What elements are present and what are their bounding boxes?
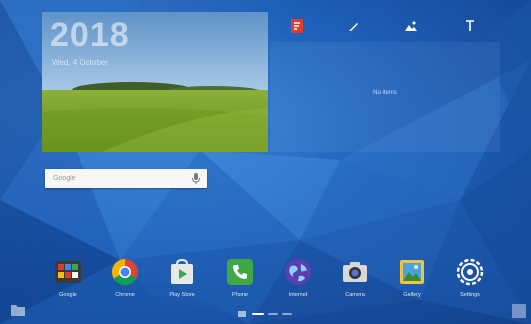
text-icon	[466, 20, 474, 31]
dock-app-play-store[interactable]: Play Store	[160, 258, 204, 308]
folder-icon[interactable]	[10, 303, 26, 317]
scrapbook-button[interactable]	[289, 18, 305, 34]
home-screen: 2018 Wed, 4 October No items Google Goog…	[0, 0, 531, 324]
text-button[interactable]	[462, 18, 478, 34]
dock-app-camera[interactable]: Camera	[333, 258, 377, 308]
dock-label: Gallery	[403, 292, 421, 298]
dock-app-chrome[interactable]: Chrome	[103, 258, 147, 308]
home-page-icon	[238, 311, 246, 317]
dock-label: Camera	[345, 292, 365, 298]
dock-label: Phone	[232, 292, 248, 298]
dock-app-google[interactable]: Google	[46, 258, 90, 308]
page-dot-active[interactable]	[252, 313, 264, 315]
notes-panel[interactable]: No items	[270, 42, 500, 152]
date-subtitle: Wed, 4 October	[52, 58, 108, 67]
page-indicator[interactable]	[238, 310, 298, 318]
dock-label: Settings	[460, 292, 480, 298]
apps-grid-icon[interactable]	[512, 304, 526, 318]
google-search-bar[interactable]	[45, 169, 207, 188]
scrapbook-icon	[291, 19, 303, 33]
image-note-button[interactable]	[403, 18, 419, 34]
empty-state-text: No items	[373, 90, 397, 96]
internet-icon	[285, 259, 311, 285]
dock-app-internet[interactable]: Internet	[276, 258, 320, 308]
year-text: 2018	[50, 16, 130, 54]
pen-icon	[349, 23, 358, 31]
camera-icon	[343, 262, 367, 282]
dock-label: Internet	[288, 292, 308, 298]
microphone-icon[interactable]	[191, 173, 201, 184]
gallery-icon	[400, 260, 424, 284]
phone-icon	[227, 259, 253, 285]
dock-app-phone[interactable]: Phone	[218, 258, 262, 308]
page-dot[interactable]	[268, 313, 278, 315]
play-store-icon	[171, 258, 193, 284]
dock-label: Play Store	[169, 292, 195, 298]
search-input[interactable]	[53, 169, 183, 188]
note-toolbar	[270, 12, 500, 40]
settings-icon	[456, 258, 484, 286]
dock-app-settings[interactable]: Settings	[448, 258, 492, 308]
google-folder-icon	[55, 261, 81, 283]
pen-button[interactable]	[346, 18, 362, 34]
camera-note-icon	[405, 21, 417, 31]
photo-calendar-widget[interactable]: 2018 Wed, 4 October	[42, 12, 268, 152]
chrome-icon	[111, 258, 138, 286]
dock-label: Chrome	[115, 292, 135, 298]
dock-label: Google	[59, 292, 77, 298]
dock-app-gallery[interactable]: Gallery	[390, 258, 434, 308]
page-dot[interactable]	[282, 313, 292, 315]
